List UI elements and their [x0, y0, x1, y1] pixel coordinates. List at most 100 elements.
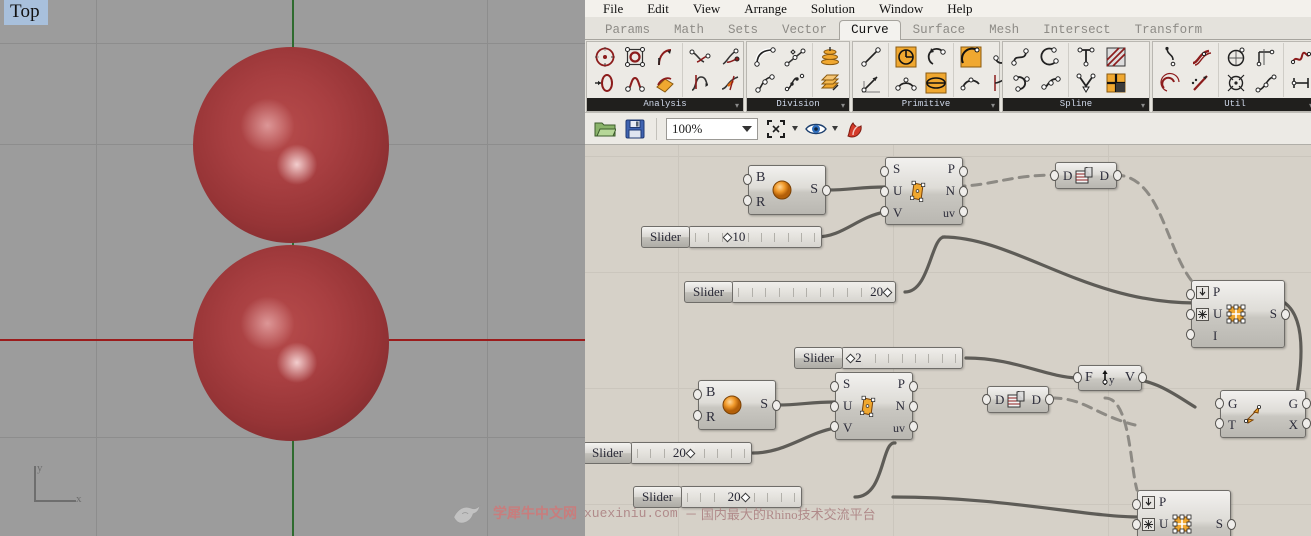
tab-sets[interactable]: Sets	[716, 20, 770, 40]
line-icon[interactable]	[856, 44, 886, 70]
node-sphere-top[interactable]: B R S	[743, 165, 831, 215]
curve-curvature-icon[interactable]	[650, 44, 680, 70]
sphere-object-top[interactable]	[193, 47, 389, 243]
sphere-object-bottom[interactable]	[193, 245, 389, 441]
input-port-U[interactable]	[880, 186, 889, 197]
slider-2[interactable]: Slider 20	[684, 281, 897, 303]
output-port-V[interactable]	[1138, 372, 1147, 383]
node-unit-y[interactable]: F y V	[1073, 365, 1147, 391]
output-port-D[interactable]	[1045, 394, 1054, 405]
curve-end-points-icon[interactable]	[590, 70, 620, 96]
eye-preview-icon[interactable]	[804, 117, 828, 141]
tab-mesh[interactable]: Mesh	[977, 20, 1031, 40]
fillet-icon[interactable]	[1186, 44, 1216, 70]
group-pin-icon[interactable]: ▾	[841, 100, 845, 112]
tab-vector[interactable]: Vector	[770, 20, 839, 40]
menu-item-arrange[interactable]: Arrange	[744, 1, 787, 17]
tangent-curve-icon[interactable]	[1071, 44, 1101, 70]
output-port-S[interactable]	[772, 400, 781, 411]
slider-track[interactable]: 10	[688, 226, 823, 248]
rebuild-curve-icon[interactable]	[1251, 70, 1281, 96]
graft-toggle-U[interactable]	[1196, 307, 1209, 321]
tab-surface[interactable]: Surface	[901, 20, 978, 40]
grasshopper-canvas[interactable]: B R S S U V P N uv D D P U I S Slider 10…	[585, 145, 1311, 536]
menu-item-window[interactable]: Window	[879, 1, 923, 17]
output-port-uv[interactable]	[909, 421, 918, 432]
length-icon[interactable]	[1286, 70, 1311, 96]
output-port-S[interactable]	[1281, 309, 1290, 320]
tab-transform[interactable]: Transform	[1123, 20, 1215, 40]
curve-extremes-icon[interactable]	[715, 44, 745, 70]
input-port-V[interactable]	[880, 206, 889, 217]
save-disk-icon[interactable]	[623, 117, 647, 141]
viewport-title-label[interactable]: Top	[4, 0, 48, 25]
nurbs-curve-icon[interactable]	[1006, 70, 1036, 96]
menu-item-help[interactable]: Help	[947, 1, 972, 17]
node-surface-top[interactable]: S U V P N uv	[880, 157, 968, 225]
slider-handle[interactable]	[722, 232, 733, 242]
zoom-extents-dropdown-caret[interactable]	[792, 126, 798, 131]
output-port-D[interactable]	[1113, 170, 1122, 181]
slider-handle[interactable]	[882, 287, 893, 297]
group-pin-icon[interactable]: ▾	[1141, 100, 1145, 112]
divide-length-icon[interactable]	[750, 70, 780, 96]
output-port-X[interactable]	[1302, 418, 1311, 429]
divide-distance-icon[interactable]	[780, 44, 810, 70]
node-move[interactable]: G T G X	[1215, 390, 1311, 438]
frames-icon[interactable]	[815, 70, 845, 96]
zoom-level-dropdown[interactable]: 100%	[666, 117, 758, 140]
preview-dropdown-caret[interactable]	[832, 126, 838, 131]
menu-item-edit[interactable]: Edit	[647, 1, 669, 17]
zoom-extents-icon[interactable]	[764, 117, 788, 141]
node-series-top[interactable]: P U I S	[1186, 280, 1290, 348]
input-port-S[interactable]	[830, 381, 839, 392]
bezier-span-icon[interactable]	[1006, 44, 1036, 70]
output-port-uv[interactable]	[959, 206, 968, 217]
node-divide-top[interactable]: D D	[1050, 162, 1122, 189]
node-divide-bottom[interactable]: D D	[982, 386, 1054, 413]
input-port-U[interactable]	[1186, 309, 1195, 320]
input-port-S[interactable]	[880, 166, 889, 177]
slider-track[interactable]: 20	[630, 442, 753, 464]
curve-on-surface-icon[interactable]	[1036, 44, 1066, 70]
input-port-T[interactable]	[1215, 418, 1224, 429]
offset-curve-icon[interactable]	[1156, 70, 1186, 96]
bake-icon[interactable]	[844, 117, 868, 141]
contour-icon[interactable]	[815, 44, 845, 70]
input-port-G[interactable]	[1215, 398, 1224, 409]
flatten-toggle-P[interactable]	[1196, 285, 1209, 299]
output-port-N[interactable]	[909, 401, 918, 412]
circle-icon[interactable]	[891, 44, 921, 70]
kinky-curve-icon[interactable]	[1071, 70, 1101, 96]
curve-control-points-icon[interactable]	[620, 70, 650, 96]
output-port-S[interactable]	[822, 185, 831, 196]
output-port-N[interactable]	[959, 186, 968, 197]
input-port-P[interactable]	[1186, 289, 1195, 300]
input-port-R[interactable]	[693, 410, 702, 421]
slider-handle[interactable]	[685, 448, 696, 458]
output-port-P[interactable]	[959, 166, 968, 177]
shatter-icon[interactable]	[780, 70, 810, 96]
project-curve-icon[interactable]	[1251, 44, 1281, 70]
tab-intersect[interactable]: Intersect	[1031, 20, 1123, 40]
curve-torsion-icon[interactable]	[685, 70, 715, 96]
arc-sed-icon[interactable]	[956, 44, 986, 70]
output-port-P[interactable]	[909, 381, 918, 392]
slider-3[interactable]: Slider 2	[794, 347, 964, 369]
tab-curve[interactable]: Curve	[839, 20, 901, 40]
menu-item-view[interactable]: View	[693, 1, 720, 17]
menu-item-file[interactable]: File	[603, 1, 623, 17]
input-port-B[interactable]	[693, 389, 702, 400]
subcurve-icon[interactable]	[1101, 70, 1131, 96]
ellipse-icon[interactable]	[921, 70, 951, 96]
arc-3pt-icon[interactable]	[956, 70, 986, 96]
tab-params[interactable]: Params	[593, 20, 662, 40]
curve-closest-point-icon[interactable]	[590, 44, 620, 70]
node-surface-bottom[interactable]: S U V P N uv	[830, 372, 918, 440]
folder-open-icon[interactable]	[593, 117, 617, 141]
join-curves-icon[interactable]	[1221, 44, 1251, 70]
node-sphere-bottom[interactable]: B R S	[693, 380, 781, 430]
slider-1[interactable]: Slider 10	[641, 226, 823, 248]
curve-segment-icon[interactable]	[715, 70, 745, 96]
line-sdl-icon[interactable]	[856, 70, 886, 96]
